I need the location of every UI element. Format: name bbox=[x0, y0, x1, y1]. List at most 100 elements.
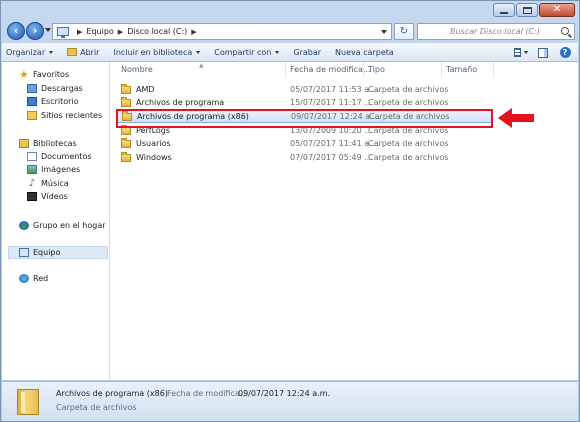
nav-item-recent-places[interactable]: Sitios recientes bbox=[27, 111, 102, 120]
nav-item-desktop[interactable]: Escritorio bbox=[27, 97, 79, 106]
column-divider[interactable] bbox=[441, 62, 442, 78]
libraries-icon bbox=[19, 139, 29, 148]
minimize-button[interactable] bbox=[493, 3, 515, 17]
refresh-button[interactable]: ↻ bbox=[394, 23, 414, 40]
nav-homegroup-label: Grupo en el hogar bbox=[33, 221, 106, 230]
search-icon[interactable] bbox=[561, 27, 569, 35]
folder-icon bbox=[121, 151, 131, 162]
nav-computer[interactable]: Equipo bbox=[8, 246, 108, 259]
folder-icon bbox=[121, 137, 131, 148]
file-date: 05/07/2017 11:41 a.... bbox=[290, 139, 380, 148]
column-header-type[interactable]: Tipo bbox=[368, 65, 385, 77]
file-date: 07/07/2017 05:49 ... bbox=[290, 153, 372, 162]
preview-pane-icon bbox=[538, 47, 548, 58]
nav-item-downloads[interactable]: Descargas bbox=[27, 84, 83, 93]
search-placeholder: Buscar Disco local (C:) bbox=[450, 27, 540, 36]
navigation-pane: ★ Favoritos Descargas Escritorio Sitios r… bbox=[2, 62, 110, 380]
details-pane: Archivos de programa (x86) Fecha de modi… bbox=[2, 381, 578, 421]
nav-network[interactable]: Red bbox=[19, 274, 48, 283]
nav-item-label: Documentos bbox=[41, 152, 92, 161]
nav-item-music[interactable]: ♪ Música bbox=[27, 178, 69, 189]
file-row[interactable]: Archivos de programa 15/07/2017 11:17 ..… bbox=[116, 96, 493, 109]
preview-pane-button[interactable] bbox=[536, 46, 550, 59]
organize-label: Organizar bbox=[6, 47, 46, 57]
organize-button[interactable]: Organizar bbox=[6, 47, 54, 57]
sort-ascending-icon: ▲ bbox=[199, 62, 204, 69]
address-bar[interactable]: ▶ Equipo ▶ Disco local (C:) ▶ bbox=[52, 23, 392, 40]
nav-item-label: Descargas bbox=[41, 84, 83, 93]
breadcrumb-separator-icon[interactable]: ▶ bbox=[77, 28, 82, 36]
file-row[interactable]: Windows 07/07/2017 05:49 ... Carpeta de … bbox=[116, 151, 493, 164]
view-list-icon bbox=[514, 48, 521, 57]
nav-homegroup[interactable]: Grupo en el hogar bbox=[19, 221, 106, 230]
file-row[interactable]: Usuarios 05/07/2017 11:41 a.... Carpeta … bbox=[116, 137, 493, 150]
nav-item-videos[interactable]: Vídeos bbox=[27, 192, 68, 201]
back-button[interactable]: ‹ bbox=[7, 22, 25, 40]
burn-button[interactable]: Grabar bbox=[293, 48, 321, 57]
burn-label: Grabar bbox=[293, 47, 322, 57]
history-dropdown-icon[interactable] bbox=[45, 28, 51, 32]
close-icon: ✕ bbox=[552, 4, 562, 15]
maximize-icon bbox=[522, 6, 532, 14]
nav-item-documents[interactable]: Documentos bbox=[27, 152, 92, 161]
change-view-button[interactable] bbox=[514, 46, 528, 59]
breadcrumb-separator-icon[interactable]: ▶ bbox=[191, 28, 196, 36]
breadcrumb-computer[interactable]: Equipo bbox=[86, 27, 113, 36]
nav-favorites[interactable]: ★ Favoritos bbox=[19, 68, 70, 81]
column-divider[interactable] bbox=[363, 62, 364, 78]
maximize-button[interactable] bbox=[516, 3, 538, 17]
search-input[interactable]: Buscar Disco local (C:) bbox=[417, 23, 575, 40]
minimize-icon bbox=[500, 11, 508, 14]
music-icon: ♪ bbox=[28, 178, 36, 189]
file-name-cell: AMD bbox=[121, 83, 155, 94]
column-divider[interactable] bbox=[285, 62, 286, 78]
nav-item-label: Escritorio bbox=[41, 97, 79, 106]
nav-favorites-label: Favoritos bbox=[33, 70, 70, 79]
new-folder-button[interactable]: Nueva carpeta bbox=[335, 48, 394, 57]
explorer-window: ✕ ‹ › ▶ Equipo ▶ Disco local (C:) ▶ ↻ Bu… bbox=[0, 0, 580, 422]
column-header-size[interactable]: Tamaño bbox=[446, 65, 477, 77]
column-divider[interactable] bbox=[493, 62, 494, 78]
close-button[interactable]: ✕ bbox=[539, 3, 575, 17]
details-type: Carpeta de archivos bbox=[56, 403, 137, 412]
file-name-cell: Windows bbox=[121, 151, 172, 162]
nav-item-pictures[interactable]: Imágenes bbox=[27, 165, 80, 174]
folder-icon bbox=[17, 389, 39, 415]
forward-button[interactable]: › bbox=[26, 22, 44, 40]
nav-libraries[interactable]: Bibliotecas bbox=[19, 139, 77, 148]
nav-item-label: Vídeos bbox=[41, 192, 68, 201]
new-folder-label: Nueva carpeta bbox=[335, 47, 394, 57]
nav-libraries-label: Bibliotecas bbox=[33, 139, 77, 148]
include-in-library-button[interactable]: Incluir en biblioteca bbox=[113, 47, 201, 57]
open-button[interactable]: Abrir bbox=[67, 48, 99, 57]
column-header-date[interactable]: Fecha de modifica... bbox=[290, 65, 371, 77]
network-icon bbox=[19, 274, 29, 283]
breadcrumb-separator-icon[interactable]: ▶ bbox=[118, 28, 123, 36]
breadcrumb-local-disk[interactable]: Disco local (C:) bbox=[127, 27, 187, 36]
recent-places-icon bbox=[27, 111, 37, 120]
file-name-cell: Archivos de programa bbox=[121, 96, 225, 107]
details-name: Archivos de programa (x86) bbox=[56, 389, 168, 398]
address-dropdown-icon[interactable] bbox=[381, 30, 387, 34]
help-button[interactable]: ? bbox=[558, 46, 572, 59]
highlight-box bbox=[116, 109, 493, 128]
nav-computer-label: Equipo bbox=[33, 248, 61, 257]
share-with-button[interactable]: Compartir con bbox=[214, 48, 280, 57]
file-row[interactable]: AMD 05/07/2017 11:53 a.... Carpeta de ar… bbox=[116, 83, 493, 96]
nav-item-label: Imágenes bbox=[41, 165, 81, 174]
folder-icon bbox=[121, 96, 131, 107]
chevron-down-icon bbox=[196, 50, 201, 54]
back-arrow-icon: ‹ bbox=[13, 24, 19, 37]
file-type: Carpeta de archivos bbox=[368, 85, 449, 94]
file-date: 05/07/2017 11:53 a.... bbox=[290, 85, 380, 94]
file-type: Carpeta de archivos bbox=[368, 139, 449, 148]
computer-icon bbox=[19, 248, 29, 257]
star-icon: ★ bbox=[19, 68, 29, 81]
forward-arrow-icon: › bbox=[32, 24, 38, 37]
include-label: Incluir en biblioteca bbox=[113, 47, 193, 57]
file-name: Archivos de programa bbox=[136, 98, 225, 107]
videos-icon bbox=[27, 192, 37, 201]
column-header-name[interactable]: Nombre bbox=[121, 65, 153, 77]
open-label: Abrir bbox=[80, 47, 100, 57]
pictures-icon bbox=[27, 165, 37, 174]
